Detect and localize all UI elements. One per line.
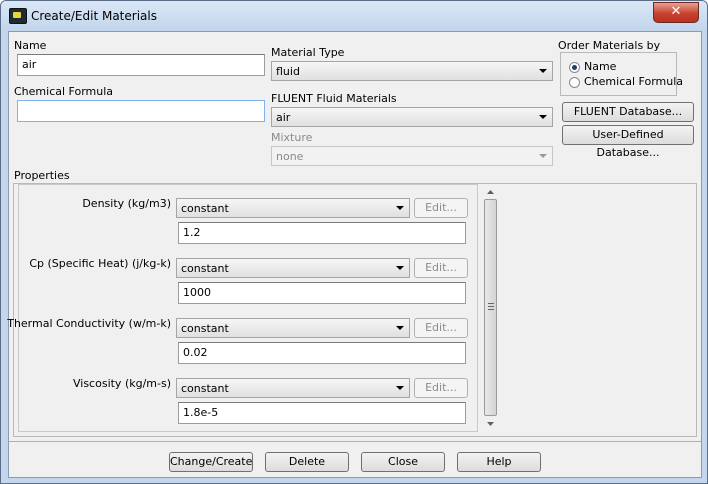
viscosity-edit-button: Edit... bbox=[414, 378, 468, 398]
order-by-formula-label: Chemical Formula bbox=[584, 75, 684, 88]
chemical-formula-label: Chemical Formula bbox=[14, 85, 114, 98]
name-input[interactable]: air bbox=[17, 54, 265, 76]
thermal-conductivity-method-value: constant bbox=[181, 322, 229, 335]
app-icon bbox=[9, 8, 27, 24]
density-label: Density (kg/m3) bbox=[82, 197, 171, 210]
density-edit-button: Edit... bbox=[414, 198, 468, 218]
chevron-down-icon bbox=[396, 206, 404, 210]
properties-panel: Density (kg/m3) constant Edit... 1.2 Cp … bbox=[7, 184, 478, 432]
viscosity-method-dropdown[interactable]: constant bbox=[176, 378, 410, 398]
thermal-conductivity-method-dropdown[interactable]: constant bbox=[176, 318, 410, 338]
density-value-input[interactable]: 1.2 bbox=[178, 222, 466, 244]
order-by-formula-radio[interactable] bbox=[569, 77, 580, 88]
chevron-down-icon bbox=[396, 266, 404, 270]
scroll-up-arrow-icon[interactable] bbox=[482, 186, 499, 198]
cp-value-input[interactable]: 1000 bbox=[178, 282, 466, 304]
properties-group: Density (kg/m3) constant Edit... 1.2 Cp … bbox=[7, 183, 697, 437]
close-icon: ✕ bbox=[670, 4, 682, 19]
viscosity-method-value: constant bbox=[181, 382, 229, 395]
mixture-dropdown: none bbox=[271, 146, 553, 166]
title-bar[interactable]: Create/Edit Materials ✕ bbox=[1, 1, 707, 31]
footer-divider bbox=[9, 441, 701, 442]
density-method-value: constant bbox=[181, 202, 229, 215]
chevron-down-icon bbox=[539, 154, 547, 158]
density-method-dropdown[interactable]: constant bbox=[176, 198, 410, 218]
chevron-down-icon bbox=[539, 115, 547, 119]
order-by-name-label: Name bbox=[584, 60, 617, 73]
thermal-conductivity-value-input[interactable]: 0.02 bbox=[178, 342, 466, 364]
close-window-button[interactable]: ✕ bbox=[653, 2, 699, 23]
scroll-down-arrow-icon[interactable] bbox=[482, 418, 499, 430]
thermal-conductivity-label: Thermal Conductivity (w/m-k) bbox=[7, 317, 171, 330]
viscosity-value-input[interactable]: 1.8e-5 bbox=[178, 402, 466, 424]
cp-method-dropdown[interactable]: constant bbox=[176, 258, 410, 278]
dialog-body: Name air Chemical Formula Material Type … bbox=[7, 31, 702, 478]
chevron-down-icon bbox=[539, 69, 547, 73]
order-by-label: Order Materials by bbox=[558, 39, 661, 52]
create-edit-materials-window: Create/Edit Materials ✕ Name air Chemica… bbox=[0, 0, 708, 484]
order-by-group: Name Chemical Formula bbox=[560, 52, 683, 96]
cp-edit-button: Edit... bbox=[414, 258, 468, 278]
fluent-materials-dropdown[interactable]: air bbox=[271, 107, 553, 127]
delete-button[interactable]: Delete bbox=[265, 452, 349, 472]
material-type-label: Material Type bbox=[271, 46, 345, 59]
thermal-conductivity-edit-button: Edit... bbox=[414, 318, 468, 338]
window-title: Create/Edit Materials bbox=[31, 9, 157, 23]
properties-label: Properties bbox=[14, 169, 70, 182]
chevron-down-icon bbox=[396, 386, 404, 390]
material-type-value: fluid bbox=[276, 65, 300, 78]
chevron-down-icon bbox=[396, 326, 404, 330]
change-create-button[interactable]: Change/Create bbox=[169, 452, 253, 472]
cp-method-value: constant bbox=[181, 262, 229, 275]
viscosity-label: Viscosity (kg/m-s) bbox=[72, 377, 171, 390]
fluent-materials-value: air bbox=[276, 111, 291, 124]
mixture-value: none bbox=[276, 150, 304, 163]
order-by-name-radio[interactable] bbox=[569, 62, 580, 73]
scrollbar-thumb[interactable] bbox=[484, 199, 497, 416]
name-label: Name bbox=[14, 39, 47, 52]
help-button[interactable]: Help bbox=[457, 452, 541, 472]
chemical-formula-input[interactable] bbox=[17, 100, 265, 122]
close-button[interactable]: Close bbox=[361, 452, 445, 472]
fluent-materials-label: FLUENT Fluid Materials bbox=[271, 92, 397, 105]
user-defined-database-button[interactable]: User-Defined Database... bbox=[562, 125, 694, 159]
material-type-dropdown[interactable]: fluid bbox=[271, 61, 553, 81]
cp-label: Cp (Specific Heat) (j/kg-k) bbox=[29, 257, 171, 270]
properties-scrollbar[interactable] bbox=[482, 184, 499, 432]
fluent-database-button[interactable]: FLUENT Database... bbox=[562, 102, 694, 122]
mixture-label: Mixture bbox=[271, 131, 313, 144]
